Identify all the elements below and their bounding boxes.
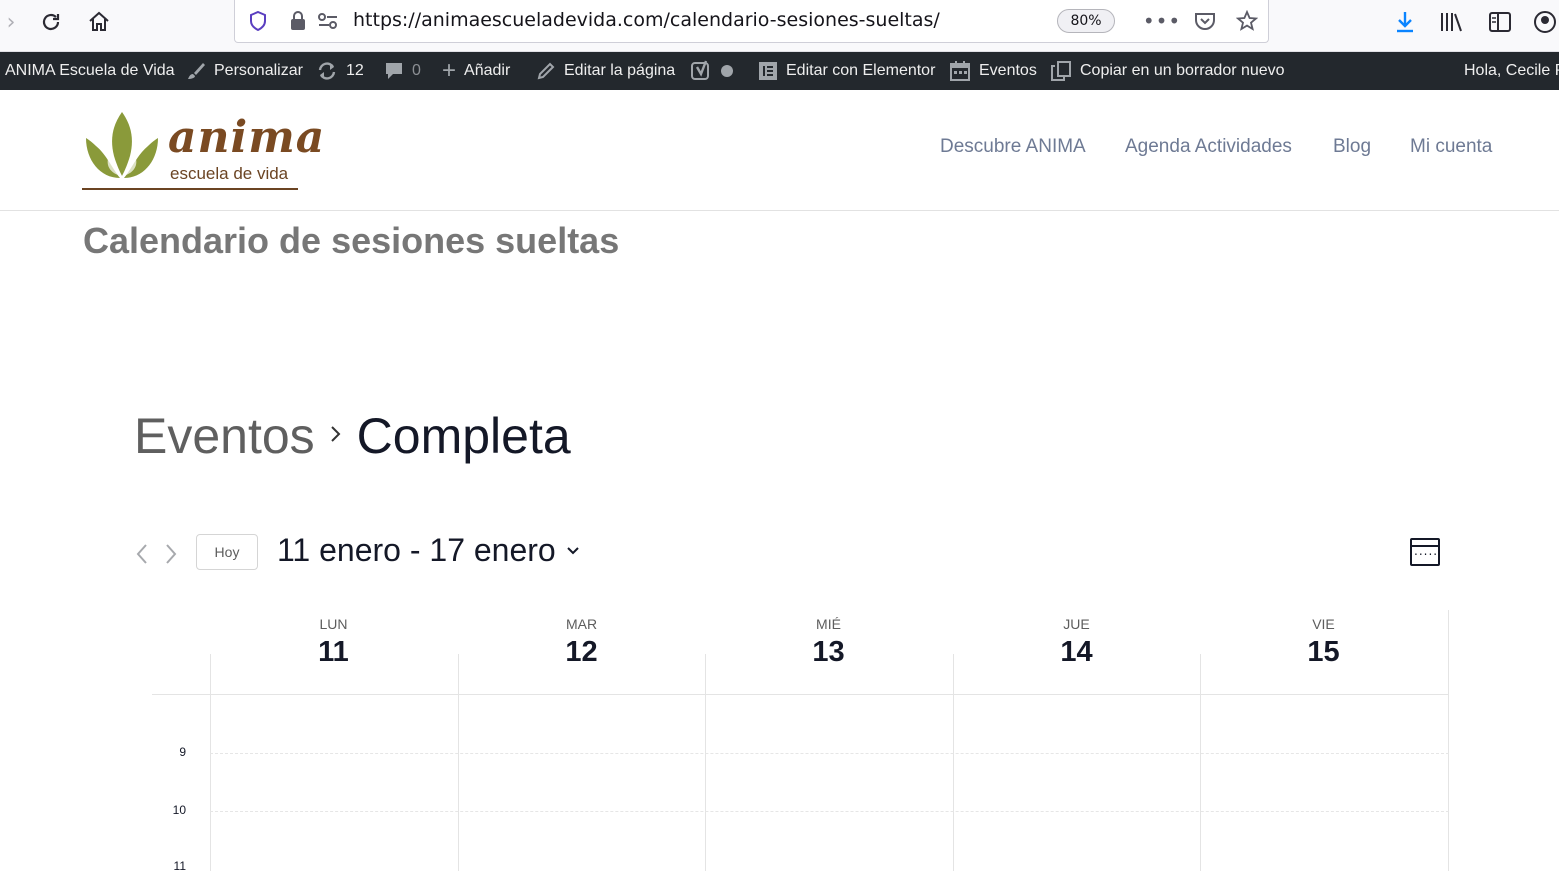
lock-icon[interactable] bbox=[285, 8, 311, 34]
browser-toolbar: › https://animaescueladevida.com/calenda… bbox=[0, 0, 1559, 52]
calendar-icon bbox=[949, 60, 971, 82]
logo-wordmark: anima bbox=[168, 112, 326, 163]
copy-icon bbox=[1050, 60, 1072, 82]
elementor-icon bbox=[758, 61, 778, 81]
edit-page-label: Editar la página bbox=[564, 62, 676, 79]
hour-label: 10 bbox=[172, 803, 186, 817]
admin-edit-page[interactable]: Editar la página bbox=[536, 52, 675, 90]
updates-icon bbox=[316, 61, 338, 81]
breadcrumb: Eventos Completa bbox=[134, 404, 571, 468]
admin-updates[interactable]: 12 bbox=[316, 52, 364, 90]
column-divider bbox=[458, 654, 459, 871]
day-number: 12 bbox=[565, 636, 598, 668]
admin-events[interactable]: Eventos bbox=[949, 52, 1037, 90]
site-logo[interactable]: anima escuela de vida bbox=[82, 108, 324, 192]
url-bar[interactable]: https://animaescueladevida.com/calendari… bbox=[234, 0, 1269, 43]
admin-elementor[interactable]: Editar con Elementor bbox=[758, 52, 935, 90]
library-icon[interactable] bbox=[1434, 6, 1468, 38]
permissions-icon[interactable] bbox=[315, 8, 341, 34]
breadcrumb-eventos-link[interactable]: Eventos bbox=[134, 407, 315, 465]
calendar-navigation: Hoy 11 enero - 17 enero bbox=[130, 532, 1450, 572]
updates-count: 12 bbox=[346, 62, 364, 79]
day-number: 11 bbox=[318, 636, 349, 668]
view-selector-icon[interactable] bbox=[1410, 538, 1440, 566]
chevron-down-icon bbox=[567, 546, 579, 554]
column-divider bbox=[705, 654, 706, 871]
admin-copy-draft[interactable]: Copiar en un borrador nuevo bbox=[1050, 52, 1285, 90]
plus-icon: + bbox=[442, 57, 457, 84]
copy-draft-label: Copiar en un borrador nuevo bbox=[1080, 62, 1285, 79]
nav-mi-cuenta[interactable]: Mi cuenta bbox=[1410, 136, 1492, 160]
day-number: 14 bbox=[1060, 636, 1093, 668]
admin-greeting[interactable]: Hola, Cecile Pi bbox=[1464, 52, 1559, 90]
day-name: VIE bbox=[1312, 616, 1335, 632]
nav-descubre-anima[interactable]: Descubre ANIMA bbox=[940, 136, 1086, 160]
logo-tagline: escuela de vida bbox=[170, 164, 289, 183]
column-divider bbox=[1200, 654, 1201, 871]
date-range-picker[interactable]: 11 enero - 17 enero bbox=[277, 532, 580, 569]
admin-yoast[interactable] bbox=[690, 52, 734, 90]
lotus-logo-icon bbox=[86, 112, 158, 178]
page-title: Calendario de sesiones sueltas bbox=[83, 220, 620, 261]
download-icon[interactable] bbox=[1388, 6, 1422, 38]
admin-site-name[interactable]: ANIMA Escuela de Vida bbox=[5, 52, 175, 90]
column-divider bbox=[210, 654, 211, 871]
add-new-label: Añadir bbox=[464, 62, 511, 79]
wp-admin-bar: ANIMA Escuela de Vida Personalizar 12 0 … bbox=[0, 52, 1559, 90]
next-week-icon[interactable] bbox=[159, 538, 183, 570]
admin-comments[interactable]: 0 bbox=[384, 52, 421, 90]
reload-icon[interactable] bbox=[34, 6, 68, 38]
day-name: LUN bbox=[319, 616, 348, 632]
day-column-wed[interactable]: MIÉ 13 bbox=[705, 610, 952, 871]
breadcrumb-current: Completa bbox=[356, 408, 571, 464]
site-name-label: ANIMA Escuela de Vida bbox=[5, 62, 175, 79]
day-name: JUE bbox=[1063, 616, 1090, 632]
today-button[interactable]: Hoy bbox=[196, 534, 258, 570]
hour-label: 9 bbox=[179, 745, 186, 759]
home-icon[interactable] bbox=[82, 6, 116, 38]
pencil-icon bbox=[536, 61, 556, 81]
day-column-thu[interactable]: JUE 14 bbox=[953, 610, 1200, 871]
day-name: MIÉ bbox=[816, 616, 841, 632]
events-label: Eventos bbox=[979, 62, 1037, 79]
chevron-right-icon bbox=[329, 421, 343, 452]
nav-blog[interactable]: Blog bbox=[1333, 136, 1371, 160]
hour-gridline bbox=[210, 753, 1449, 754]
yoast-icon bbox=[690, 60, 712, 82]
day-column-fri[interactable]: VIE 15 bbox=[1200, 610, 1447, 871]
admin-add-new[interactable]: + Añadir bbox=[442, 52, 510, 90]
hour-gridline bbox=[210, 811, 1449, 812]
more-actions-icon[interactable]: ••• bbox=[1143, 8, 1180, 34]
greeting-label: Hola, Cecile Pi bbox=[1464, 62, 1559, 79]
nav-agenda-actividades[interactable]: Agenda Actividades bbox=[1125, 136, 1292, 160]
brush-icon bbox=[186, 61, 206, 81]
logo-underline bbox=[82, 188, 298, 190]
comments-count: 0 bbox=[412, 62, 421, 79]
admin-customize[interactable]: Personalizar bbox=[186, 52, 303, 90]
shield-icon[interactable] bbox=[245, 8, 271, 34]
date-range-label: 11 enero - 17 enero bbox=[277, 532, 556, 568]
column-divider bbox=[953, 654, 954, 871]
account-icon[interactable] bbox=[1528, 6, 1559, 38]
url-text[interactable]: https://animaescueladevida.com/calendari… bbox=[353, 9, 940, 31]
zoom-level[interactable]: 80% bbox=[1057, 9, 1115, 33]
forward-icon[interactable]: › bbox=[0, 6, 28, 38]
site-header: anima escuela de vida Descubre ANIMA Age… bbox=[0, 90, 1559, 211]
day-number: 13 bbox=[812, 636, 845, 668]
grid-right-border bbox=[1448, 610, 1449, 871]
sidebar-icon[interactable] bbox=[1483, 6, 1517, 38]
day-column-tue[interactable]: MAR 12 bbox=[458, 610, 705, 871]
week-calendar-grid: LUN 11 MAR 12 MIÉ 13 JUE 14 VIE 15 9 10 … bbox=[152, 610, 1449, 873]
pocket-icon[interactable] bbox=[1192, 8, 1218, 34]
customize-label: Personalizar bbox=[214, 62, 303, 79]
grid-header-divider bbox=[152, 694, 1449, 695]
comment-icon bbox=[384, 61, 404, 81]
day-name: MAR bbox=[565, 616, 598, 632]
seo-status-dot-icon bbox=[720, 64, 734, 78]
elementor-label: Editar con Elementor bbox=[786, 62, 936, 79]
day-column-mon[interactable]: LUN 11 bbox=[210, 610, 457, 871]
day-number: 15 bbox=[1307, 636, 1340, 668]
bookmark-star-icon[interactable] bbox=[1234, 8, 1260, 34]
prev-week-icon[interactable] bbox=[130, 538, 154, 570]
